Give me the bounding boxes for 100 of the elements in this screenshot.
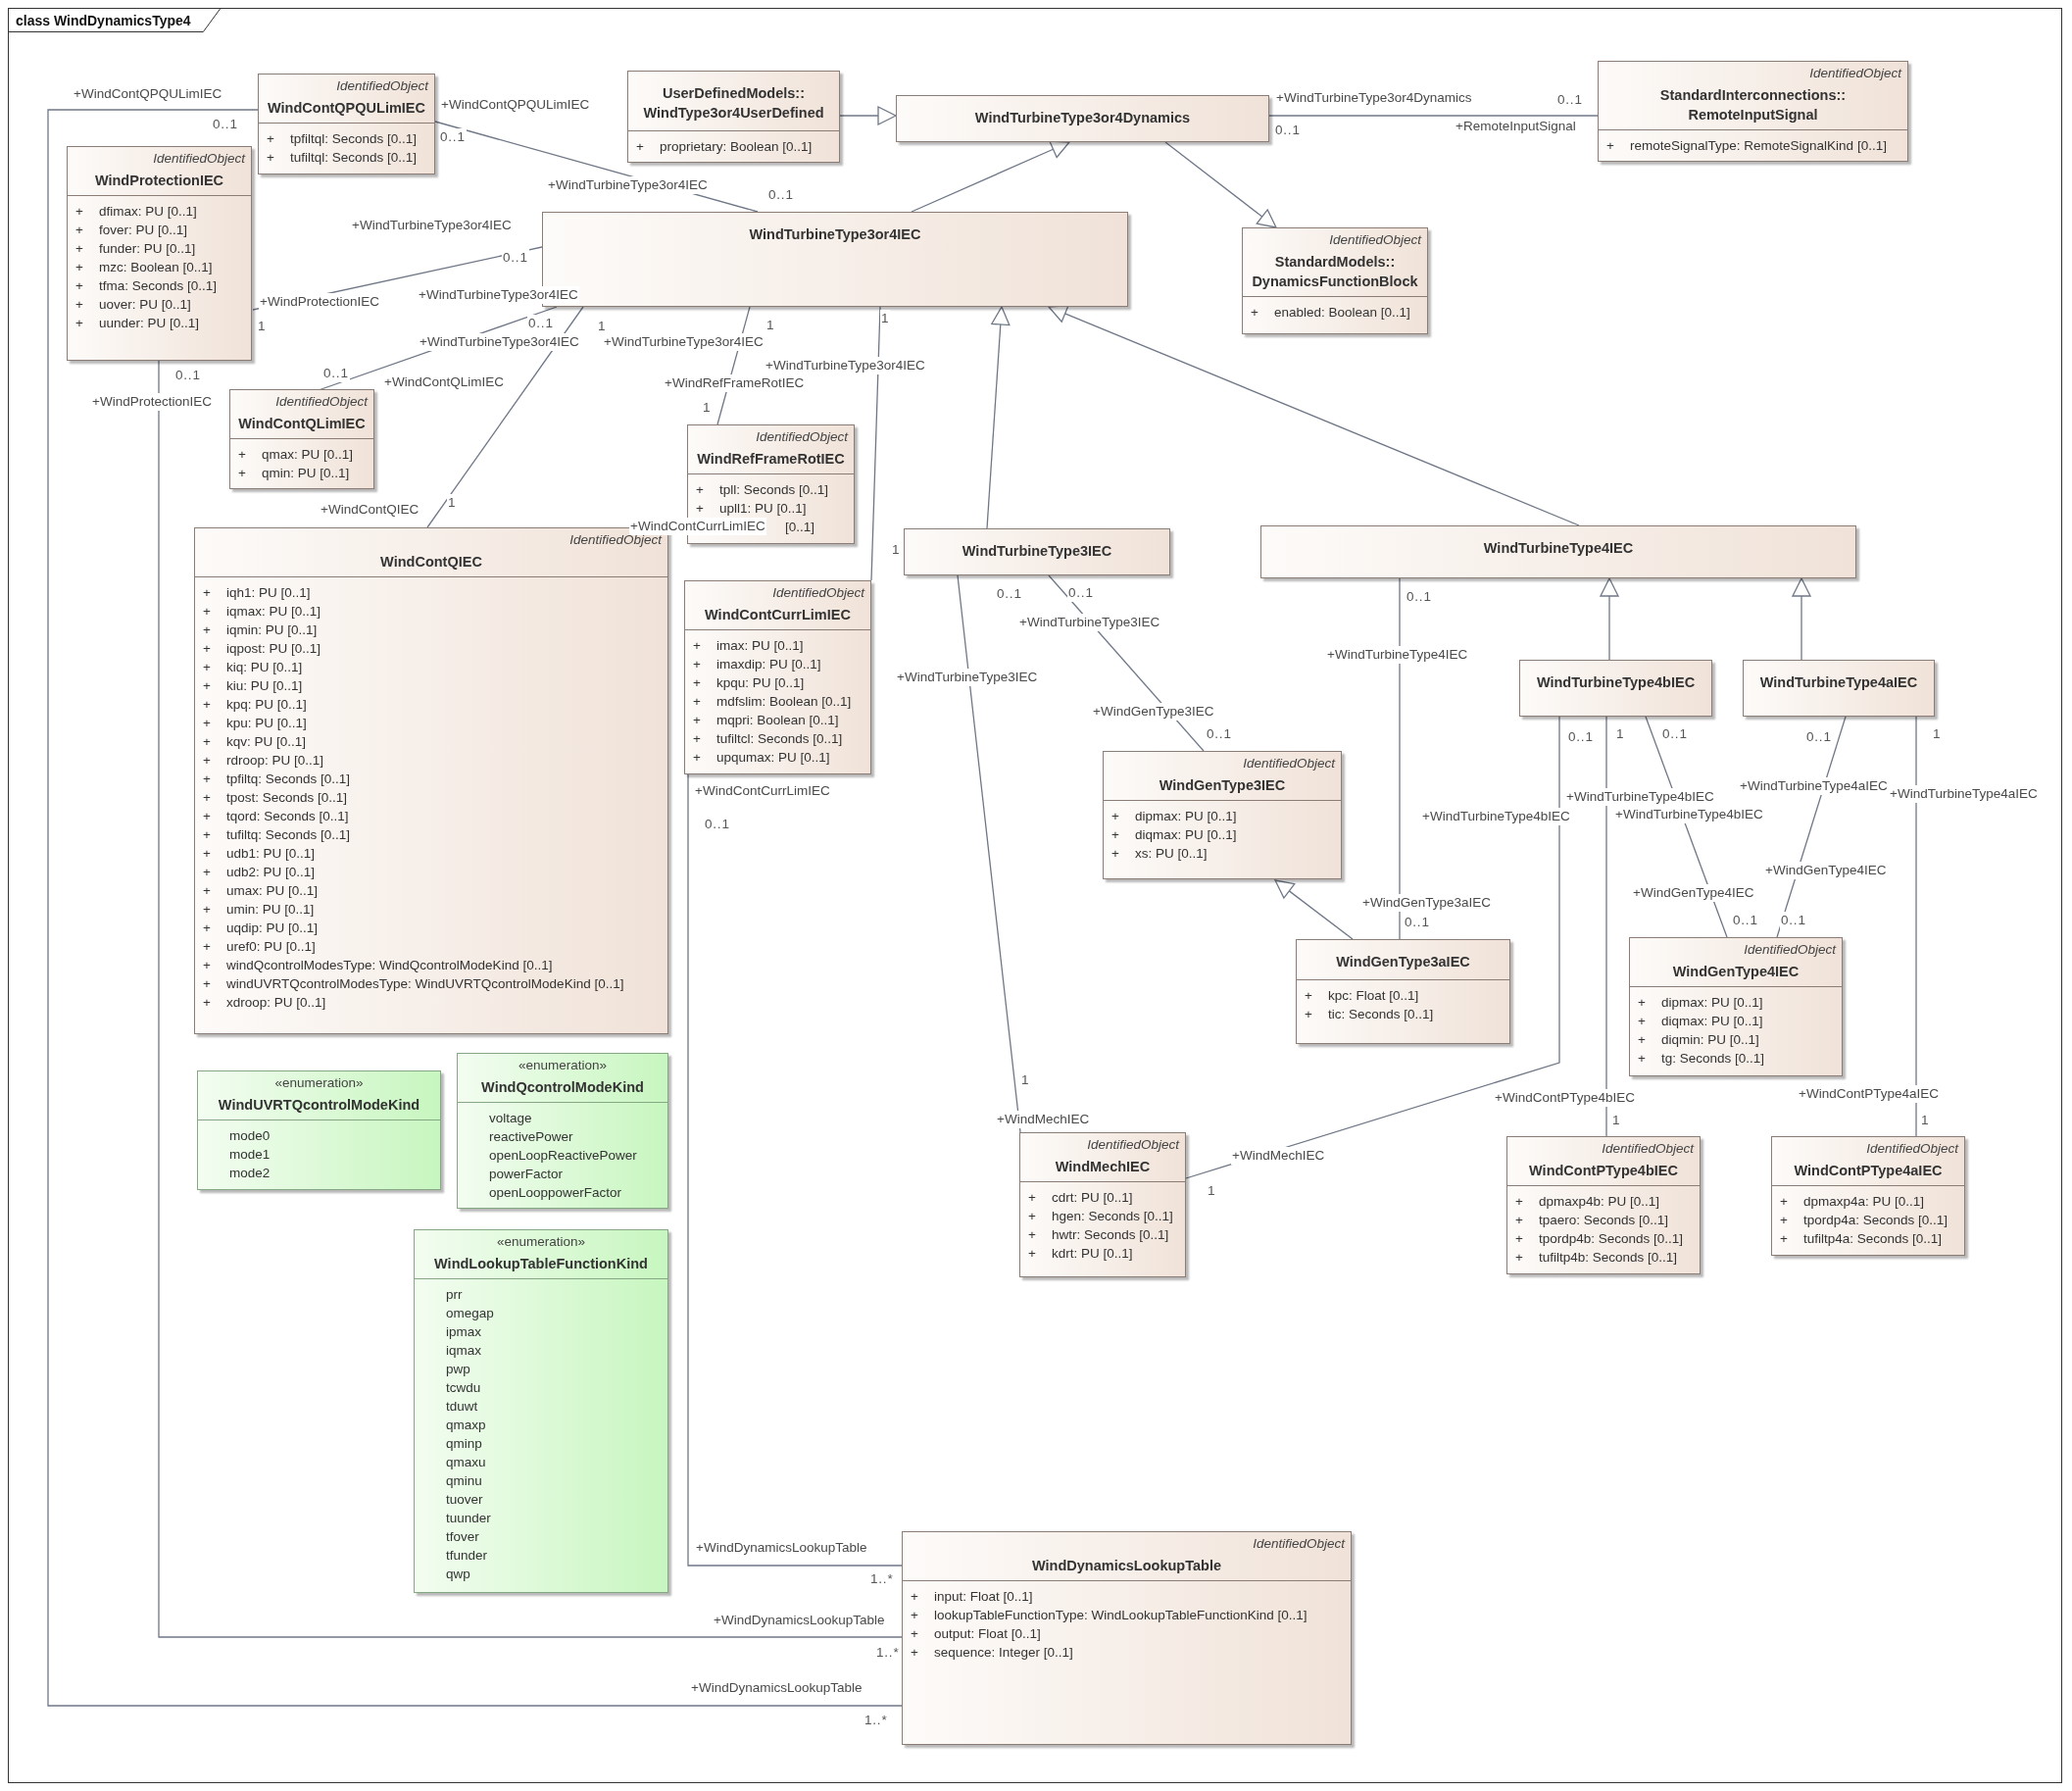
role-label: +WindMechIEC	[996, 1111, 1091, 1128]
stereotype-label: «enumeration»	[274, 1074, 364, 1092]
class-name: WindContCurrLimIEC	[705, 606, 851, 624]
class-name: WindRefFrameRotIEC	[697, 450, 845, 469]
attribute-row-text: + kdrt: PU [0..1]	[1027, 1245, 1134, 1263]
role-label: +WindTurbineType4aIEC	[1739, 777, 1889, 795]
attribute-row-text: + tpordp4b: Seconds [0..1]	[1514, 1230, 1685, 1248]
stereotype-label: IdentifiedObject	[1602, 1140, 1694, 1158]
class-name: WindTurbineType3or4IEC	[749, 225, 921, 244]
attribute-row-text: + tpost: Seconds [0..1]	[202, 789, 349, 807]
multiplicity-label: 0..1	[1780, 912, 1807, 929]
attribute-row-text: + dipmax: PU [0..1]	[1637, 994, 1764, 1012]
attribute-row-text: + iqh1: PU [0..1]	[202, 584, 312, 602]
stereotype-label: IdentifiedObject	[1744, 941, 1836, 959]
enum-literal: tuunder	[445, 1510, 492, 1527]
attribute-row-text: + iqmin: PU [0..1]	[202, 622, 319, 639]
attribute-row-text: + imaxdip: PU [0..1]	[692, 656, 822, 673]
class-name: WindLookupTableFunctionKind	[434, 1255, 648, 1273]
class-name: WindContQIEC	[380, 553, 482, 572]
role-label: +WindProtectionIEC	[259, 293, 380, 311]
enum-literal: iqmax	[445, 1342, 482, 1360]
attribute-row-text: + qmax: PU [0..1]	[237, 446, 355, 464]
attribute-row-text: + mzc: Boolean [0..1]	[74, 259, 214, 276]
class-name: WindGenType4IEC	[1672, 963, 1800, 981]
attribute-row-text: + dpmaxp4a: PU [0..1]	[1779, 1193, 1926, 1211]
attribute-row-text: [0..1]	[785, 519, 815, 536]
role-label: +WindTurbineType4bIEC	[1421, 808, 1571, 825]
stereotype-label: IdentifiedObject	[756, 428, 848, 446]
stereotype-label: «enumeration»	[518, 1057, 608, 1074]
role-label: +WindTurbineType4bIEC	[1565, 788, 1715, 806]
role-label: +WindTurbineType3or4IEC	[547, 176, 709, 194]
class-name: StandardInterconnections:: RemoteInputSignal	[1659, 86, 1847, 124]
attribute-row-text: + windQcontrolModesType: WindQcontrolModeKind [0..1]	[202, 957, 554, 974]
role-label: +WindGenType3aIEC	[1361, 894, 1492, 912]
class-name: WindDynamicsLookupTable	[1032, 1557, 1221, 1575]
attribute-row-text: + kpc: Float [0..1]	[1304, 987, 1420, 1005]
diagram-title: class WindDynamicsType4	[9, 9, 221, 32]
stereotype-label: IdentifiedObject	[772, 584, 864, 602]
attribute-row-text: + tpll: Seconds [0..1]	[695, 481, 830, 499]
attribute-row-text: + tfma: Seconds [0..1]	[74, 277, 219, 295]
attribute-row-text: + diqmax: PU [0..1]	[1637, 1013, 1764, 1030]
stereotype-label: IdentifiedObject	[1866, 1140, 1958, 1158]
enum-literal: openLoopReactivePower	[488, 1147, 638, 1165]
class-name: WindTurbineType4IEC	[1483, 539, 1634, 558]
enum-literal: prr	[445, 1286, 464, 1304]
attribute-row-text: + tic: Seconds [0..1]	[1304, 1006, 1435, 1023]
attribute-row-text: + kpu: PU [0..1]	[202, 715, 308, 732]
attribute-row-text: + tg: Seconds [0..1]	[1637, 1050, 1766, 1068]
role-label: +WindGenType4IEC	[1632, 884, 1755, 902]
multiplicity-label: 1	[880, 310, 891, 327]
enum-literal: mode1	[228, 1146, 271, 1164]
attribute-row-text: + dipmax: PU [0..1]	[1110, 808, 1238, 825]
enum-literal: omegap	[445, 1305, 495, 1322]
attribute-row-text: + uunder: PU [0..1]	[74, 315, 201, 332]
attribute-row-text: + upqumax: PU [0..1]	[692, 749, 831, 767]
role-label: +WindContPType4aIEC	[1798, 1085, 1940, 1103]
attribute-row-text: + tufiltp4a: Seconds [0..1]	[1779, 1230, 1944, 1248]
attribute-row-text: + qmin: PU [0..1]	[237, 465, 351, 482]
enum-literal: mode2	[228, 1165, 271, 1182]
enum-literal: tduwt	[445, 1398, 479, 1416]
attribute-row-text: + hwtr: Seconds [0..1]	[1027, 1226, 1170, 1244]
attribute-row-text: + tpordp4a: Seconds [0..1]	[1779, 1212, 1949, 1229]
role-label: +WindTurbineType3or4IEC	[418, 286, 579, 304]
role-label: +WindProtectionIEC	[91, 393, 213, 411]
attribute-row-text: + rdroop: PU [0..1]	[202, 752, 325, 770]
attribute-row-text: + tpfiltq: Seconds [0..1]	[202, 771, 352, 788]
attribute-row-text: + umax: PU [0..1]	[202, 882, 320, 900]
attribute-row-text: + dpmaxp4b: PU [0..1]	[1514, 1193, 1661, 1211]
attribute-row-text: + fover: PU [0..1]	[74, 222, 189, 239]
attribute-row-text: + tufiltq: Seconds [0..1]	[202, 826, 352, 844]
attribute-row-text: + output: Float [0..1]	[910, 1625, 1042, 1643]
role-label: +WindMechIEC	[1231, 1147, 1326, 1165]
class-name: WindTurbineType3or4Dynamics	[974, 109, 1191, 127]
attribute-row-text: + imax: PU [0..1]	[692, 637, 805, 655]
enum-literal: qminu	[445, 1472, 483, 1490]
enum-literal: qwp	[445, 1566, 471, 1583]
attribute-row-text: + iqpost: PU [0..1]	[202, 640, 322, 658]
role-label: +WindTurbineType3or4IEC	[765, 357, 926, 374]
enum-literal: tcwdu	[445, 1379, 482, 1397]
attribute-row-text: + proprietary: Boolean [0..1]	[635, 138, 814, 156]
attribute-row-text: + tqord: Seconds [0..1]	[202, 808, 350, 825]
attribute-row-text: + udb1: PU [0..1]	[202, 845, 317, 863]
attribute-row-text: + udb2: PU [0..1]	[202, 864, 317, 881]
class-name: WindTurbineType4bIEC	[1536, 673, 1696, 692]
class-name: StandardModels:: DynamicsFunctionBlock	[1252, 253, 1418, 291]
enum-literal: openLooppowerFactor	[488, 1184, 623, 1202]
enum-literal: pwp	[445, 1361, 471, 1378]
stereotype-label: «enumeration»	[496, 1233, 586, 1251]
attribute-row-text: + xs: PU [0..1]	[1110, 845, 1209, 863]
class-name: WindContQLimIEC	[238, 415, 366, 433]
class-name: WindGenType3aIEC	[1336, 953, 1470, 971]
role-label: +WindTurbineType4IEC	[1326, 646, 1469, 664]
attribute-row-text: + kiq: PU [0..1]	[202, 659, 304, 676]
class-name: WindQcontrolModeKind	[481, 1078, 644, 1097]
role-label: +WindTurbineType3IEC	[896, 669, 1039, 686]
attribute-row-text: + mdfslim: Boolean [0..1]	[692, 693, 853, 711]
attribute-row-text: + cdrt: PU [0..1]	[1027, 1189, 1134, 1207]
attribute-row-text: + sequence: Integer [0..1]	[910, 1644, 1074, 1662]
class-name: WindProtectionIEC	[94, 172, 224, 190]
role-label: +WindContPType4bIEC	[1494, 1089, 1636, 1107]
